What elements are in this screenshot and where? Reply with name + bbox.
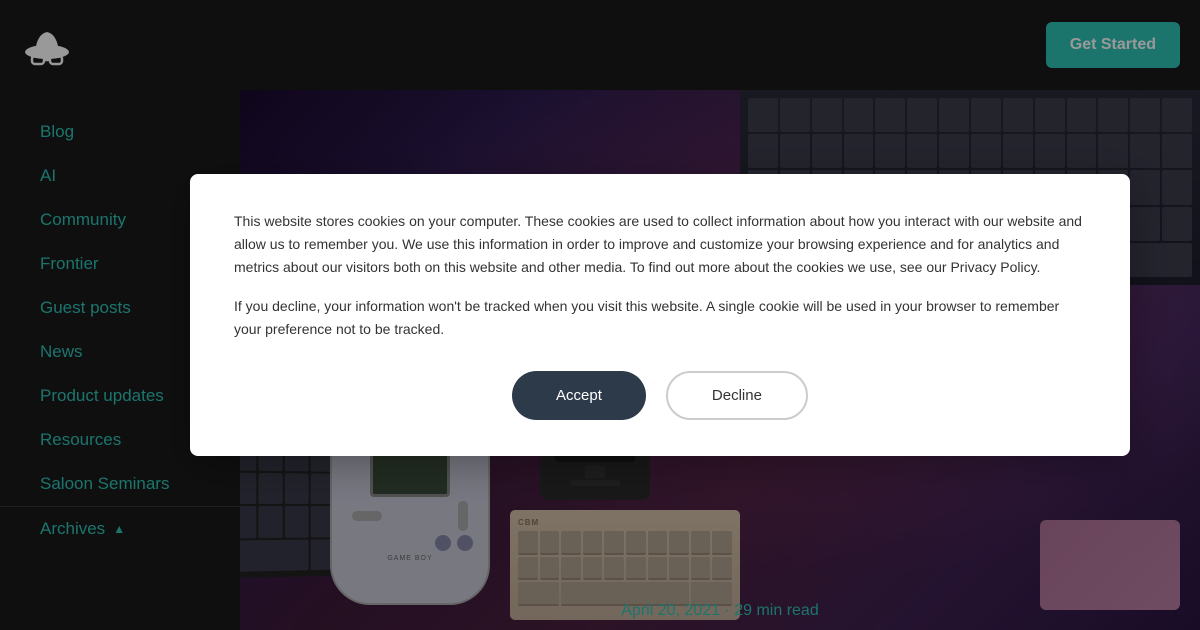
cookie-modal: This website stores cookies on your comp… xyxy=(190,174,1130,456)
cookie-modal-overlay: This website stores cookies on your comp… xyxy=(0,0,1200,630)
cookie-modal-buttons: Accept Decline xyxy=(234,371,1086,420)
decline-button[interactable]: Decline xyxy=(666,371,808,420)
accept-button[interactable]: Accept xyxy=(512,371,646,420)
cookie-text-2: If you decline, your information won't b… xyxy=(234,295,1086,341)
cookie-text-1: This website stores cookies on your comp… xyxy=(234,210,1086,279)
